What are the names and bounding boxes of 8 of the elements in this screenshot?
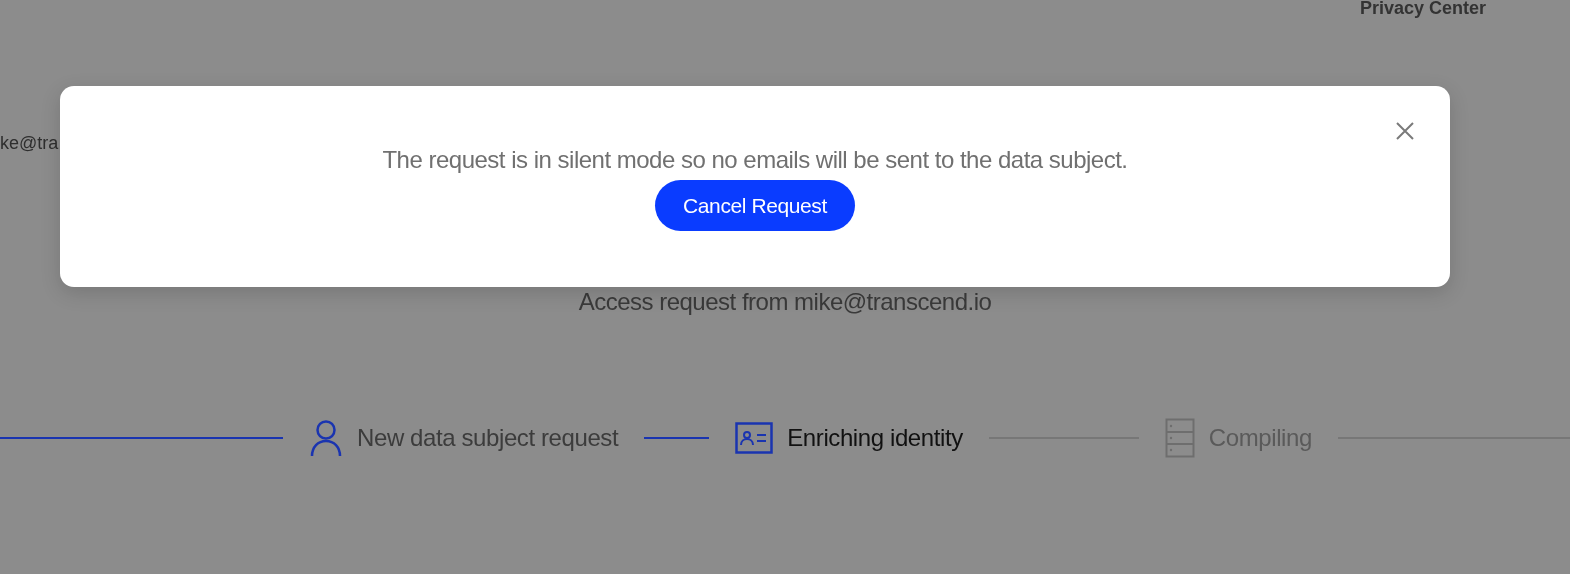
close-icon[interactable] [1395,121,1415,141]
step-label: Enriching identity [787,424,963,452]
step-label: New data subject request [357,424,619,452]
email-text: ke@tra [0,133,59,153]
request-summary: Access request from mike@transcend.io [578,288,992,316]
silent-mode-message: The request is in silent mode so no emails will be sent to the data subject. [382,146,1128,174]
privacy-center-title: Privacy Center [1359,0,1486,20]
cancel-request-button[interactable]: Cancel Request [655,180,855,231]
